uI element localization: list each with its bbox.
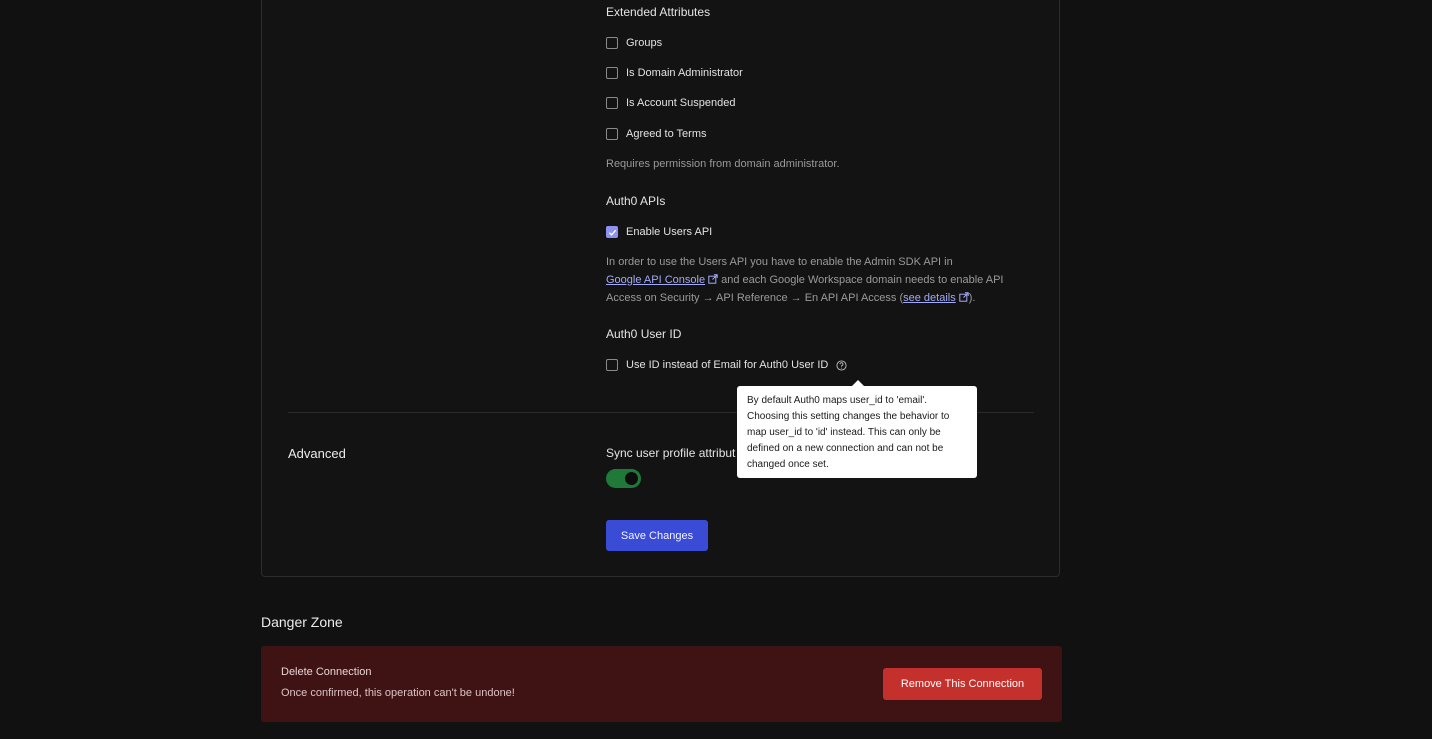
delete-connection-description: Once confirmed, this operation can't be … bbox=[281, 687, 515, 699]
connection-settings-page: Extended Attributes Groups Is Domain Adm… bbox=[0, 0, 1432, 739]
users-api-help-text-1: In order to use the Users API you have t… bbox=[606, 256, 953, 268]
use-id-checkbox[interactable] bbox=[606, 359, 618, 371]
delete-connection-title: Delete Connection bbox=[281, 666, 372, 678]
check-icon bbox=[608, 229, 616, 236]
use-id-checkbox-row[interactable]: Use ID instead of Email for Auth0 User I… bbox=[606, 357, 847, 373]
enable-users-api-label: Enable Users API bbox=[626, 226, 713, 238]
account-suspended-checkbox-row[interactable]: Is Account Suspended bbox=[606, 95, 735, 111]
account-suspended-checkbox[interactable] bbox=[606, 97, 618, 109]
users-api-help-text-3: Access on Security → API Reference → En … bbox=[606, 292, 904, 304]
advanced-section-title: Advanced bbox=[288, 446, 346, 461]
enable-users-api-checkbox-row[interactable]: Enable Users API bbox=[606, 224, 712, 240]
save-changes-button[interactable]: Save Changes bbox=[606, 520, 708, 551]
groups-label: Groups bbox=[626, 37, 663, 49]
users-api-help-text-4: ). bbox=[968, 292, 976, 304]
domain-admin-checkbox-row[interactable]: Is Domain Administrator bbox=[606, 65, 743, 81]
users-api-help-text-2: and each Google Workspace domain needs t… bbox=[721, 274, 1004, 286]
google-api-console-link[interactable]: Google API Console bbox=[606, 274, 705, 286]
help-circle-icon[interactable] bbox=[836, 359, 847, 371]
external-link-icon bbox=[959, 292, 969, 302]
sync-profile-label: Sync user profile attribut bbox=[606, 446, 736, 460]
use-id-label: Use ID instead of Email for Auth0 User I… bbox=[626, 359, 829, 371]
groups-checkbox-row[interactable]: Groups bbox=[606, 35, 662, 51]
agreed-terms-checkbox-row[interactable]: Agreed to Terms bbox=[606, 126, 707, 142]
see-details-link[interactable]: see details bbox=[903, 292, 956, 304]
groups-checkbox[interactable] bbox=[606, 37, 618, 49]
extended-attributes-help: Requires permission from domain administ… bbox=[606, 158, 840, 170]
danger-zone-box: Delete Connection Once confirmed, this o… bbox=[261, 646, 1062, 722]
agreed-terms-label: Agreed to Terms bbox=[626, 128, 707, 140]
remove-connection-button[interactable]: Remove This Connection bbox=[883, 668, 1042, 700]
agreed-terms-checkbox[interactable] bbox=[606, 128, 618, 140]
domain-admin-label: Is Domain Administrator bbox=[626, 67, 743, 79]
auth0-user-id-heading: Auth0 User ID bbox=[606, 327, 682, 341]
account-suspended-label: Is Account Suspended bbox=[626, 97, 736, 109]
users-api-help: In order to use the Users API you have t… bbox=[606, 253, 1046, 307]
toggle-knob bbox=[625, 472, 638, 485]
auth0-apis-heading: Auth0 APIs bbox=[606, 194, 666, 208]
danger-zone-title: Danger Zone bbox=[261, 614, 343, 630]
user-id-tooltip: By default Auth0 maps user_id to 'email'… bbox=[737, 386, 977, 478]
external-link-icon bbox=[708, 274, 718, 284]
domain-admin-checkbox[interactable] bbox=[606, 67, 618, 79]
extended-attributes-heading: Extended Attributes bbox=[606, 5, 711, 19]
enable-users-api-checkbox[interactable] bbox=[606, 226, 618, 238]
sync-profile-toggle[interactable] bbox=[606, 469, 641, 488]
